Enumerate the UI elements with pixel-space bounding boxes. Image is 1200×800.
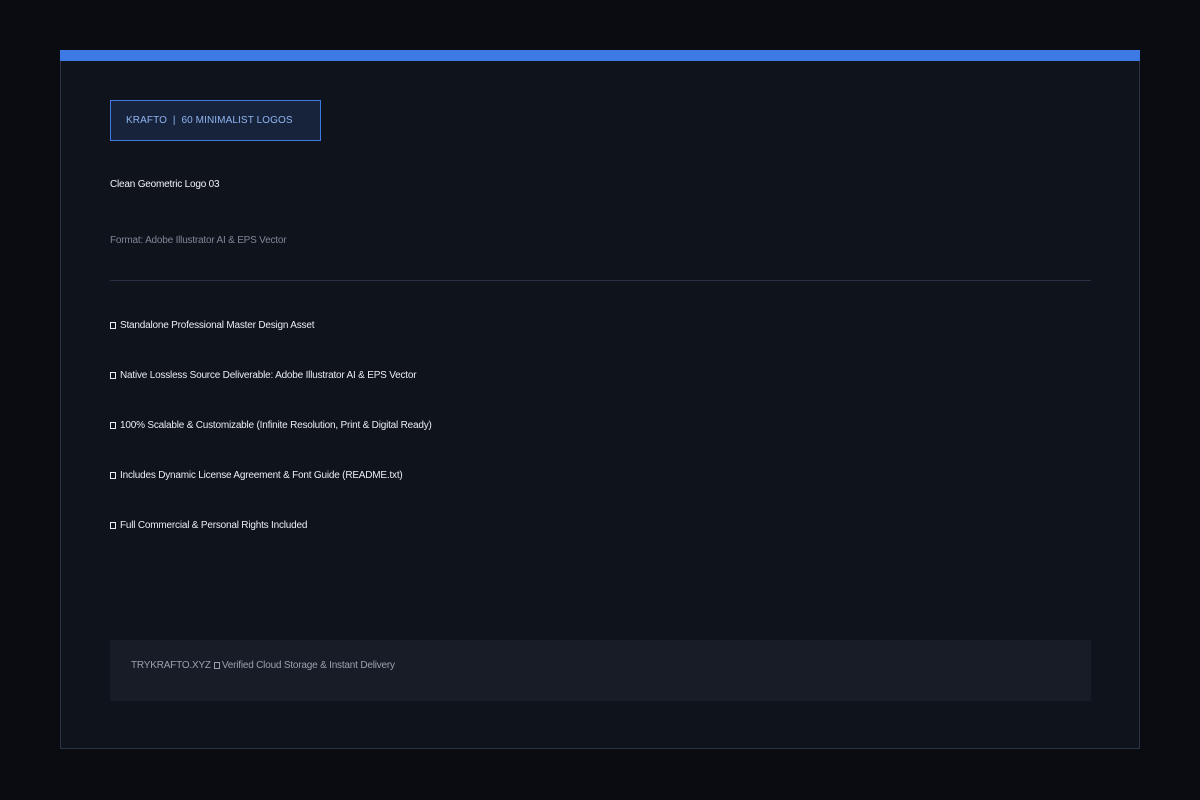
feature-text: Includes Dynamic License Agreement & Fon…	[120, 470, 403, 481]
feature-list: Standalone Professional Master Design As…	[110, 320, 432, 570]
feature-text: 100% Scalable & Customizable (Infinite R…	[120, 420, 432, 431]
feature-item: Includes Dynamic License Agreement & Fon…	[110, 470, 432, 520]
check-box-icon	[110, 322, 116, 329]
divider	[110, 280, 1091, 281]
feature-text: Native Lossless Source Deliverable: Adob…	[120, 370, 417, 381]
check-box-icon	[110, 522, 116, 529]
check-box-icon	[110, 372, 116, 379]
footer-text: Verified Cloud Storage & Instant Deliver…	[221, 660, 395, 671]
format-text: Format: Adobe Illustrator AI & EPS Vecto…	[110, 235, 287, 246]
product-title: Clean Geometric Logo 03	[110, 179, 220, 190]
feature-item: Full Commercial & Personal Rights Includ…	[110, 520, 432, 570]
feature-item: Standalone Professional Master Design As…	[110, 320, 432, 370]
check-box-icon	[213, 662, 220, 669]
tag-separator: |	[172, 115, 176, 126]
feature-text: Standalone Professional Master Design As…	[120, 320, 315, 331]
tag-collection: 60 MINIMALIST LOGOS	[181, 115, 293, 126]
delivery-footer: TRYKRAFTO.XYZ Verified Cloud Storage & In…	[110, 640, 1091, 701]
collection-tag: KRAFTO | 60 MINIMALIST LOGOS	[110, 100, 321, 141]
tag-brand: KRAFTO	[126, 115, 167, 126]
feature-text: Full Commercial & Personal Rights Includ…	[120, 520, 308, 531]
feature-item: 100% Scalable & Customizable (Infinite R…	[110, 420, 432, 470]
accent-top-bar	[60, 50, 1140, 61]
feature-item: Native Lossless Source Deliverable: Adob…	[110, 370, 432, 420]
product-card: KRAFTO | 60 MINIMALIST LOGOS Clean Geome…	[60, 50, 1140, 749]
check-box-icon	[110, 472, 116, 479]
check-box-icon	[110, 422, 116, 429]
footer-site: TRYKRAFTO.XYZ	[131, 660, 211, 671]
